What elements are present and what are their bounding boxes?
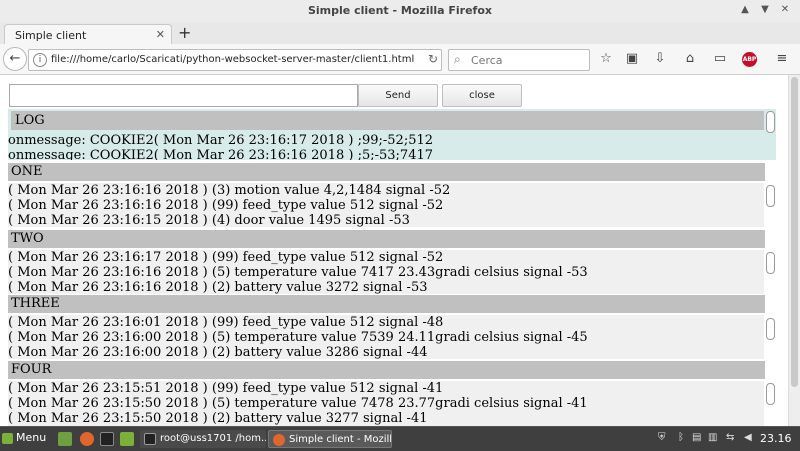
task-terminal[interactable]: root@uss1701 /hom... [140, 430, 266, 448]
abp-icon[interactable]: ABP [742, 52, 757, 67]
list-item: ( Mon Mar 26 23:16:16 2018 ) (5) tempera… [8, 265, 588, 280]
tab-bar: Simple client ✕ + [0, 22, 800, 45]
list-item: ( Mon Mar 26 23:16:15 2018 ) (4) door va… [8, 213, 410, 227]
log-scrollbar[interactable] [766, 111, 775, 133]
log-title: LOG [11, 111, 766, 130]
page-scrollbar[interactable] [788, 75, 800, 426]
tab-label: Simple client [15, 29, 87, 42]
volume-icon[interactable]: ◀ [744, 432, 752, 443]
section-box-two: ( Mon Mar 26 23:16:17 2018 ) (99) feed_t… [8, 250, 764, 294]
list-item: ( Mon Mar 26 23:16:00 2018 ) (5) tempera… [8, 330, 588, 345]
list-item: ( Mon Mar 26 23:15:51 2018 ) (99) feed_t… [8, 381, 444, 396]
hamburger-menu-icon[interactable]: ≡ [774, 51, 790, 66]
list-item: ( Mon Mar 26 23:15:50 2018 ) (2) battery… [8, 411, 428, 426]
star-icon[interactable]: ☆ [598, 51, 614, 66]
terminal-icon [144, 433, 156, 445]
send-button[interactable]: Send [358, 84, 438, 107]
download-icon[interactable]: ⇩ [652, 51, 668, 66]
shield-icon[interactable]: ⛨ [658, 432, 666, 443]
firefox-launcher-icon[interactable] [80, 432, 94, 446]
clock[interactable]: 23.16 [760, 432, 792, 445]
clipboard-tray-icon[interactable]: ▥ [708, 432, 717, 443]
list-item: ( Mon Mar 26 23:16:16 2018 ) (2) battery… [8, 280, 428, 294]
message-input[interactable] [9, 84, 358, 107]
update-icon[interactable]: ▤ [692, 432, 701, 443]
log-box: onmessage: COOKIE2( Mon Mar 26 23:16:17 … [8, 133, 764, 160]
search-bar[interactable]: ⌕ [448, 49, 590, 71]
url-text[interactable]: file:///home/carlo/Scaricati/python-webs… [51, 54, 414, 65]
section-title-three: THREE [8, 295, 765, 313]
taskbar: Menu root@uss1701 /hom... Simple client … [0, 426, 800, 451]
menu-button[interactable]: Menu [2, 431, 46, 444]
chat-icon[interactable]: ▭ [712, 51, 728, 66]
task-firefox[interactable]: Simple client - Mozill... [268, 430, 392, 448]
list-item: ( Mon Mar 26 23:16:16 2018 ) (3) motion … [8, 183, 451, 198]
task-firefox-label: Simple client - Mozill... [289, 434, 392, 445]
terminal-launcher-icon[interactable] [100, 432, 114, 446]
search-icon: ⌕ [454, 52, 461, 66]
tab-simple-client[interactable]: Simple client ✕ [4, 24, 172, 45]
home-icon[interactable]: ⌂ [682, 51, 698, 66]
maximize-icon[interactable]: ▼ [758, 3, 772, 17]
list-item: ( Mon Mar 26 23:16:17 2018 ) (99) feed_t… [8, 250, 444, 265]
list-item: ( Mon Mar 26 23:16:00 2018 ) (2) battery… [8, 345, 428, 359]
window-titlebar: Simple client - Mozilla Firefox ▲ ▼ ✕ [0, 0, 800, 23]
back-arrow-icon[interactable]: ← [3, 47, 27, 71]
show-desktop-icon[interactable] [58, 432, 72, 446]
navigation-bar: ← i file:///home/carlo/Scaricati/python-… [0, 44, 800, 75]
section-scrollbar-four[interactable] [766, 383, 775, 405]
list-item: ( Mon Mar 26 23:16:16 2018 ) (99) feed_t… [8, 198, 444, 213]
log-line: onmessage: COOKIE2( Mon Mar 26 23:16:17 … [8, 133, 434, 148]
bluetooth-icon[interactable]: ᛒ [678, 432, 684, 443]
window-title: Simple client - Mozilla Firefox [307, 4, 492, 17]
section-scrollbar-three[interactable] [766, 318, 775, 340]
close-button[interactable]: close [442, 84, 522, 107]
info-icon[interactable]: i [33, 53, 47, 67]
minimize-icon[interactable]: ▲ [738, 3, 752, 17]
page-scrollbar-thumb[interactable] [791, 77, 798, 387]
section-title-four: FOUR [8, 361, 765, 379]
log-line: onmessage: COOKIE2( Mon Mar 26 23:16:16 … [8, 148, 434, 160]
menu-label: Menu [16, 431, 47, 444]
mint-logo-icon [2, 432, 13, 444]
tab-close-icon[interactable]: ✕ [156, 28, 165, 41]
list-item: ( Mon Mar 26 23:15:50 2018 ) (5) tempera… [8, 396, 588, 411]
section-scrollbar-two[interactable] [766, 252, 775, 274]
new-tab-icon[interactable]: + [178, 23, 191, 42]
task-terminal-label: root@uss1701 /hom... [160, 433, 266, 444]
section-title-two: TWO [8, 230, 765, 248]
folder-launcher-icon[interactable] [120, 432, 134, 446]
network-icon[interactable]: ⇆ [726, 432, 734, 443]
section-scrollbar-one[interactable] [766, 185, 775, 207]
section-title-one: ONE [8, 163, 765, 181]
page-content: Send close LOG onmessage: COOKIE2( Mon M… [0, 75, 788, 426]
close-window-icon[interactable]: ✕ [778, 3, 792, 17]
list-item: ( Mon Mar 26 23:16:01 2018 ) (99) feed_t… [8, 315, 444, 330]
url-bar[interactable]: i file:///home/carlo/Scaricati/python-we… [28, 49, 442, 71]
section-box-one: ( Mon Mar 26 23:16:16 2018 ) (3) motion … [8, 183, 764, 227]
section-box-four: ( Mon Mar 26 23:15:51 2018 ) (99) feed_t… [8, 381, 764, 426]
search-input[interactable] [469, 52, 588, 68]
clipboard-icon[interactable]: ▣ [624, 51, 640, 66]
reload-icon[interactable]: ↻ [428, 52, 438, 66]
section-box-three: ( Mon Mar 26 23:16:01 2018 ) (99) feed_t… [8, 315, 764, 359]
firefox-icon [273, 434, 285, 446]
